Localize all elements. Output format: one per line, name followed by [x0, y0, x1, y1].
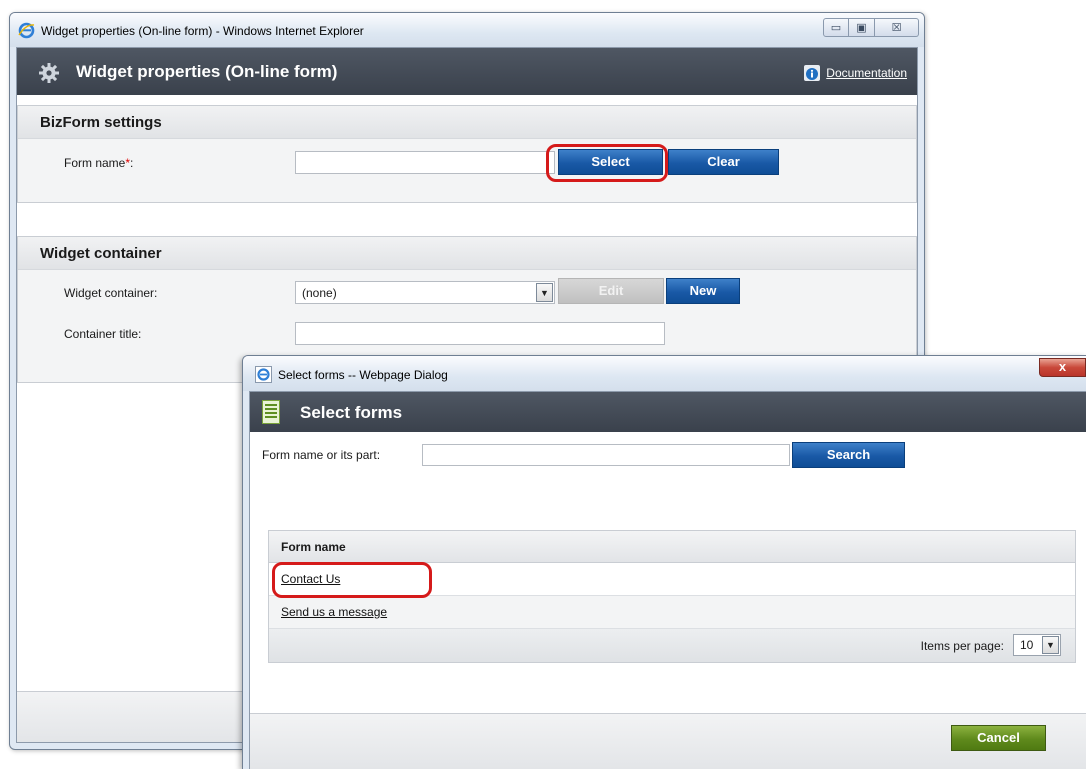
dialog-header: Select forms: [250, 392, 1086, 432]
widget-container-select-value: (none): [302, 286, 337, 300]
items-per-page-value: 10: [1020, 638, 1034, 652]
maximize-icon: ▣: [856, 22, 867, 34]
new-button[interactable]: New: [666, 278, 740, 304]
select-forms-dialog: Select forms -- Webpage Dialog x Select …: [242, 355, 1086, 769]
bizform-settings-title: BizForm settings: [18, 106, 916, 139]
internet-explorer-icon: [255, 366, 272, 383]
documentation-link-label: Documentation: [826, 66, 907, 80]
grid-column-header[interactable]: Form name: [269, 531, 1075, 563]
widget-container-label: Widget container:: [64, 286, 158, 300]
search-button[interactable]: Search: [792, 442, 905, 468]
container-title-label: Container title:: [64, 327, 142, 341]
main-window-titlebar[interactable]: Widget properties (On-line form) - Windo…: [10, 13, 924, 47]
select-button-highlight: [546, 144, 668, 182]
minimize-icon: ▭: [830, 22, 842, 34]
bizform-settings-content: Form name*: Select Clear: [18, 139, 916, 202]
minimize-button[interactable]: ▭: [823, 18, 849, 37]
dialog-close-button[interactable]: x: [1039, 358, 1086, 377]
info-icon: [804, 65, 821, 81]
grid-pager: Items per page: 10 ▼: [269, 629, 1075, 662]
filter-label: Form name or its part:: [262, 448, 381, 462]
dialog-content: Select forms Form name or its part: Sear…: [249, 391, 1086, 769]
form-list-icon: [262, 400, 280, 424]
clear-button[interactable]: Clear: [668, 149, 779, 175]
dialog-header-title: Select forms: [300, 403, 403, 422]
form-name-colon: :: [130, 156, 134, 170]
chevron-down-icon[interactable]: ▼: [1042, 636, 1059, 654]
dialog-footer: Cancel: [250, 713, 1086, 769]
form-name-label-text: Form name: [64, 156, 126, 170]
close-button[interactable]: ☒: [875, 18, 919, 37]
internet-explorer-icon: [18, 22, 35, 39]
documentation-link[interactable]: Documentation: [803, 64, 907, 82]
dialog-title: Select forms -- Webpage Dialog: [278, 368, 448, 382]
widget-container-select[interactable]: (none) ▼: [295, 281, 555, 304]
edit-button[interactable]: Edit: [558, 278, 664, 304]
main-window-title: Widget properties (On-line form) - Windo…: [41, 24, 364, 38]
chevron-down-icon[interactable]: ▼: [536, 283, 553, 302]
items-per-page-label: Items per page:: [920, 639, 1004, 653]
close-icon: x: [1058, 359, 1067, 374]
page-header: Widget properties (On-line form) Documen…: [17, 48, 917, 95]
widget-container-title: Widget container: [18, 237, 916, 270]
form-name-label: Form name*:: [64, 156, 133, 170]
send-message-highlight: [272, 562, 432, 598]
window-controls: ▭ ▣ ☒: [823, 18, 919, 37]
page-title: Widget properties (On-line form): [76, 62, 338, 81]
form-name-search-input[interactable]: [422, 444, 790, 466]
close-icon: ☒: [891, 22, 902, 34]
table-row: Send us a message: [269, 596, 1075, 629]
form-name-input[interactable]: [295, 151, 555, 174]
bizform-settings-section: BizForm settings Form name*: Select Clea…: [17, 105, 917, 203]
gear-icon: [39, 63, 59, 83]
container-title-input[interactable]: [295, 322, 665, 345]
items-per-page-select[interactable]: 10 ▼: [1013, 634, 1061, 656]
maximize-button[interactable]: ▣: [849, 18, 875, 37]
cancel-button[interactable]: Cancel: [951, 725, 1046, 751]
dialog-titlebar[interactable]: Select forms -- Webpage Dialog x: [243, 356, 1086, 391]
form-link-send-us-a-message[interactable]: Send us a message: [281, 605, 387, 619]
dialog-body: Form name or its part: Search Form name …: [250, 432, 1086, 769]
